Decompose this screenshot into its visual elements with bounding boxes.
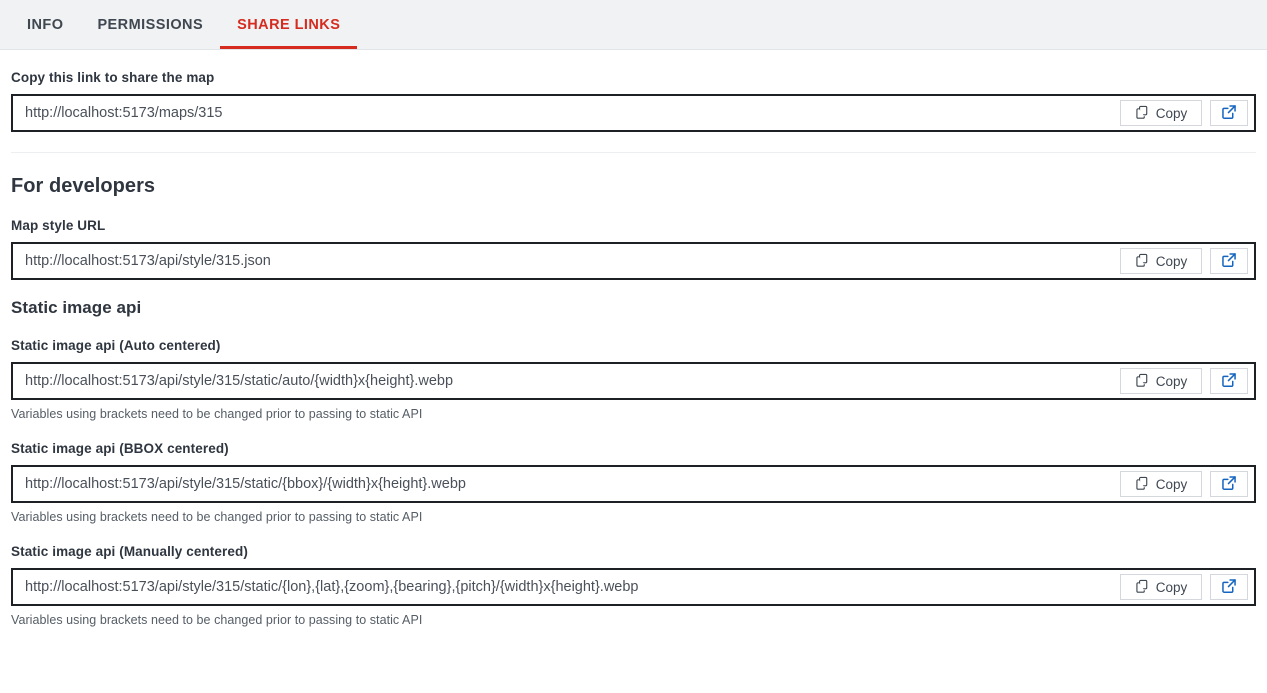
share-link-url-input[interactable]: http://localhost:5173/maps/315	[13, 96, 1120, 130]
section-divider	[11, 152, 1256, 153]
external-link-icon	[1221, 104, 1237, 123]
open-static-manual-button[interactable]	[1210, 574, 1248, 600]
open-static-auto-button[interactable]	[1210, 368, 1248, 394]
map-style-url-input[interactable]: http://localhost:5173/api/style/315.json	[13, 244, 1120, 278]
copy-icon	[1135, 105, 1149, 122]
open-map-style-url-button[interactable]	[1210, 248, 1248, 274]
static-bbox-label: Static image api (BBOX centered)	[11, 441, 1256, 456]
tab-info[interactable]: INFO	[10, 0, 80, 49]
for-developers-heading: For developers	[11, 175, 1256, 198]
copy-icon	[1135, 579, 1149, 596]
map-style-url-label: Map style URL	[11, 218, 1256, 233]
copy-button-label: Copy	[1156, 374, 1188, 389]
tab-permissions[interactable]: PERMISSIONS	[80, 0, 220, 49]
copy-share-link-button[interactable]: Copy	[1120, 100, 1202, 126]
external-link-icon	[1221, 252, 1237, 271]
copy-button-label: Copy	[1156, 254, 1188, 269]
share-link-label: Copy this link to share the map	[11, 70, 1256, 85]
copy-button-label: Copy	[1156, 580, 1188, 595]
copy-icon	[1135, 373, 1149, 390]
copy-button-label: Copy	[1156, 106, 1188, 121]
copy-static-auto-button[interactable]: Copy	[1120, 368, 1202, 394]
static-bbox-input-group: http://localhost:5173/api/style/315/stat…	[11, 465, 1256, 503]
static-auto-helper-text: Variables using brackets need to be chan…	[11, 407, 1256, 421]
static-image-api-heading: Static image api	[11, 298, 1256, 318]
tab-bar: INFO PERMISSIONS SHARE LINKS	[0, 0, 1267, 50]
copy-button-label: Copy	[1156, 477, 1188, 492]
external-link-icon	[1221, 578, 1237, 597]
static-auto-url-input[interactable]: http://localhost:5173/api/style/315/stat…	[13, 364, 1120, 398]
open-static-bbox-button[interactable]	[1210, 471, 1248, 497]
tab-share-links[interactable]: SHARE LINKS	[220, 0, 357, 49]
static-bbox-url-input[interactable]: http://localhost:5173/api/style/315/stat…	[13, 467, 1120, 501]
copy-icon	[1135, 476, 1149, 493]
static-bbox-helper-text: Variables using brackets need to be chan…	[11, 510, 1256, 524]
static-auto-input-group: http://localhost:5173/api/style/315/stat…	[11, 362, 1256, 400]
copy-icon	[1135, 253, 1149, 270]
share-link-input-group: http://localhost:5173/maps/315 Copy	[11, 94, 1256, 132]
external-link-icon	[1221, 475, 1237, 494]
copy-map-style-url-button[interactable]: Copy	[1120, 248, 1202, 274]
copy-static-bbox-button[interactable]: Copy	[1120, 471, 1202, 497]
static-manual-url-input[interactable]: http://localhost:5173/api/style/315/stat…	[13, 570, 1120, 604]
open-share-link-button[interactable]	[1210, 100, 1248, 126]
map-style-url-input-group: http://localhost:5173/api/style/315.json…	[11, 242, 1256, 280]
external-link-icon	[1221, 372, 1237, 391]
copy-static-manual-button[interactable]: Copy	[1120, 574, 1202, 600]
static-manual-input-group: http://localhost:5173/api/style/315/stat…	[11, 568, 1256, 606]
static-manual-label: Static image api (Manually centered)	[11, 544, 1256, 559]
static-manual-helper-text: Variables using brackets need to be chan…	[11, 613, 1256, 627]
static-auto-label: Static image api (Auto centered)	[11, 338, 1256, 353]
share-links-panel: Copy this link to share the map http://l…	[0, 70, 1267, 627]
